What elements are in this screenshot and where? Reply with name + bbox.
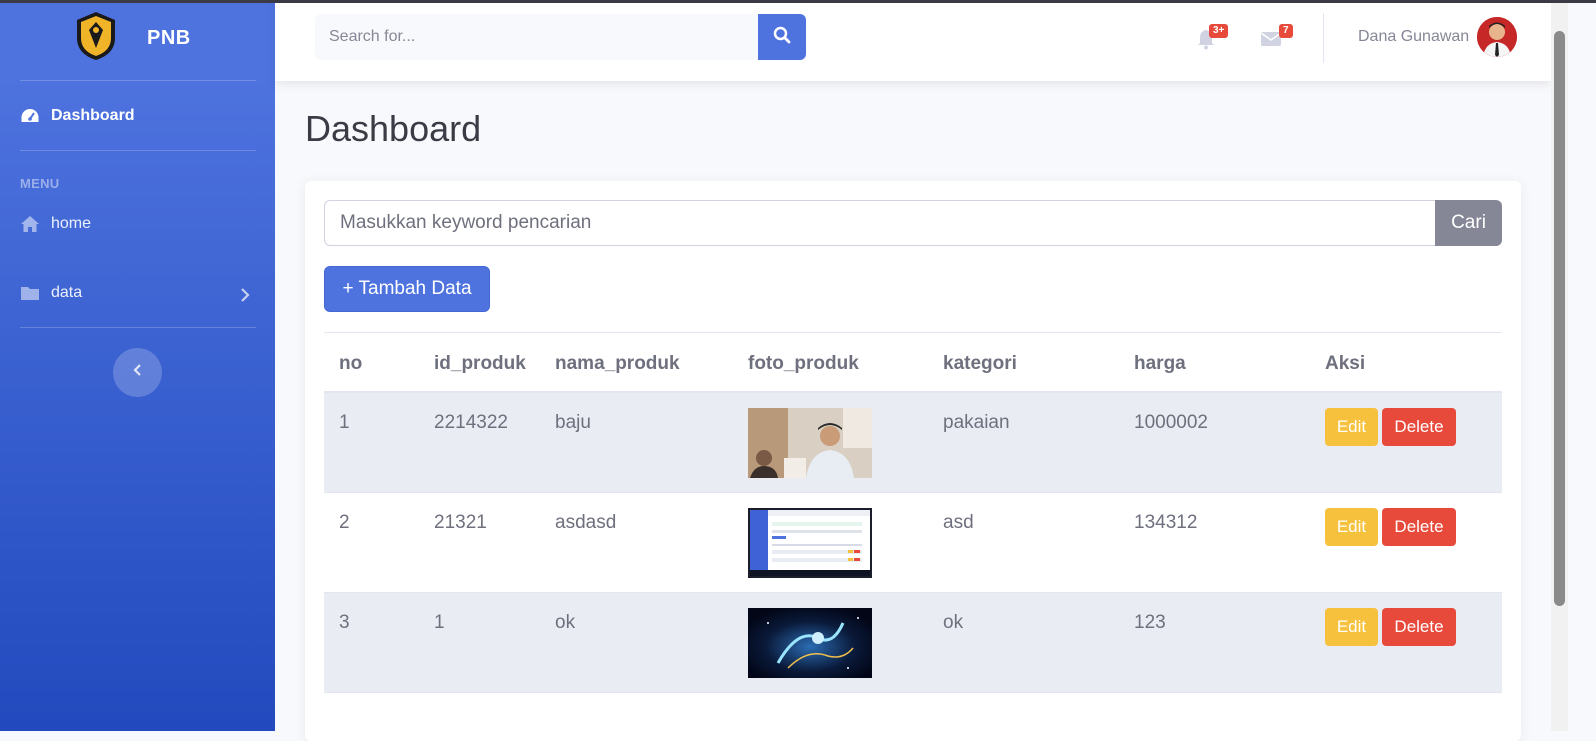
search-button[interactable] — [758, 14, 806, 60]
column-header-aksi: Aksi — [1325, 353, 1366, 374]
add-data-button[interactable]: + Tambah Data — [324, 266, 490, 312]
sidebar-heading: MENU — [20, 176, 60, 191]
sidebar-divider — [20, 80, 256, 81]
sidebar: PNB Dashboard MENU home data — [0, 3, 275, 731]
column-header-id-produk: id_produk — [434, 353, 526, 374]
edit-button[interactable]: Edit — [1325, 608, 1378, 646]
table-row: 2 21321 asdasd asd 134312 Edit Delete — [324, 493, 1502, 593]
column-header-foto-produk: foto_produk — [748, 353, 859, 374]
folder-icon — [20, 284, 40, 302]
keyword-search-button[interactable]: Cari — [1435, 200, 1502, 246]
delete-button[interactable]: Delete — [1382, 608, 1456, 646]
cell-kategori: pakaian — [943, 412, 1010, 433]
home-icon — [20, 215, 40, 233]
table-row: 3 1 ok ok 123 Edit Delete — [324, 593, 1502, 693]
product-photo — [748, 608, 872, 678]
cell-nama-produk: baju — [555, 412, 591, 433]
avatar[interactable] — [1477, 17, 1517, 57]
cell-harga: 1000002 — [1134, 412, 1208, 433]
user-name[interactable]: Dana Gunawan — [1358, 28, 1469, 46]
search-icon — [773, 26, 791, 49]
cell-no: 3 — [339, 612, 350, 633]
page-scrollbar[interactable] — [1551, 3, 1568, 731]
cell-kategori: asd — [943, 512, 974, 533]
sidebar-item-data[interactable]: data — [20, 284, 82, 302]
sidebar-divider — [20, 327, 256, 328]
sidebar-item-label: Dashboard — [51, 107, 135, 124]
delete-button[interactable]: Delete — [1382, 408, 1456, 446]
product-photo — [748, 508, 872, 578]
column-header-kategori: kategori — [943, 353, 1017, 374]
column-header-harga: harga — [1134, 353, 1186, 374]
cell-no: 1 — [339, 412, 350, 433]
cell-id-produk: 2214322 — [434, 412, 508, 433]
product-photo — [748, 408, 872, 478]
search-input[interactable] — [315, 14, 758, 60]
cell-nama-produk: ok — [555, 612, 576, 633]
table-row: 1 2214322 baju pakaian 1000002 Edit Dele… — [324, 393, 1502, 493]
column-header-nama-produk: nama_produk — [555, 353, 680, 374]
alerts-count-badge: 3+ — [1209, 24, 1229, 38]
sidebar-item-dashboard[interactable]: Dashboard — [20, 107, 135, 125]
edit-button[interactable]: Edit — [1325, 508, 1378, 546]
delete-button[interactable]: Delete — [1382, 508, 1456, 546]
topbar: 3+ 7 Dana Gunawan — [275, 3, 1551, 81]
sidebar-item-label: home — [51, 215, 92, 232]
cell-no: 2 — [339, 512, 350, 533]
topbar-divider — [1323, 13, 1324, 63]
cell-id-produk: 21321 — [434, 512, 487, 533]
cell-id-produk: 1 — [434, 612, 445, 633]
brand-logo[interactable] — [73, 10, 119, 62]
chevron-left-icon — [132, 363, 144, 382]
messages-count-badge: 7 — [1279, 24, 1293, 38]
products-card: Cari + Tambah Data no id_produk nama_pro… — [305, 181, 1521, 741]
cell-kategori: ok — [943, 612, 964, 633]
sidebar-item-label: data — [51, 284, 83, 301]
keyword-search-input[interactable] — [324, 200, 1436, 246]
edit-button[interactable]: Edit — [1325, 408, 1378, 446]
sidebar-divider — [20, 150, 256, 151]
products-table: no id_produk nama_produk foto_produk kat… — [324, 332, 1502, 693]
cell-nama-produk: asdasd — [555, 512, 617, 533]
brand-name: PNB — [147, 27, 191, 49]
sidebar-item-home[interactable]: home — [20, 215, 91, 233]
cell-harga: 123 — [1134, 612, 1166, 633]
cell-harga: 134312 — [1134, 512, 1198, 533]
tachometer-icon — [20, 107, 40, 125]
column-header-no: no — [339, 353, 363, 374]
sidebar-toggle-button[interactable] — [113, 348, 162, 397]
page-title: Dashboard — [305, 108, 482, 149]
scrollbar-thumb[interactable] — [1554, 31, 1565, 606]
chevron-right-icon[interactable] — [238, 287, 252, 303]
table-header-row: no id_produk nama_produk foto_produk kat… — [324, 333, 1502, 393]
